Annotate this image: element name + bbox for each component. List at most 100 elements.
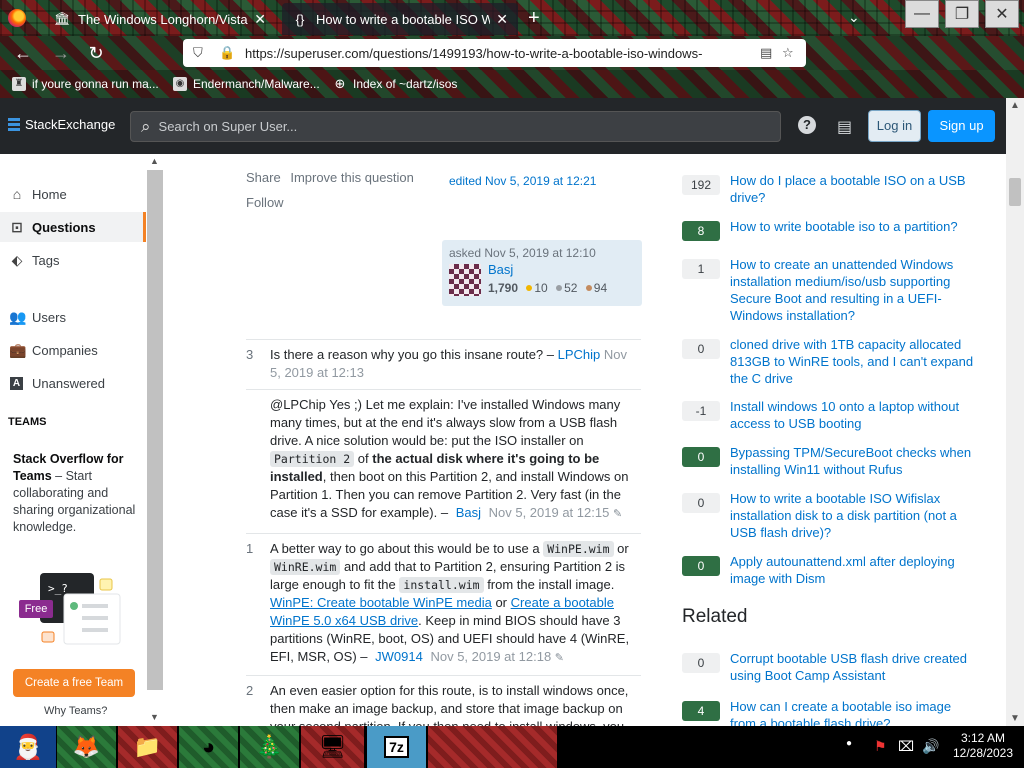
stack-exchange-menu-icon[interactable]: ▤ [837,117,852,137]
create-free-team-button[interactable]: Create a free Team [13,669,135,697]
taskbar-settings[interactable]: 🖥 [301,726,365,768]
reload-icon[interactable]: ↻ [85,43,107,64]
bookmark-star-icon[interactable]: ☆ [782,45,806,61]
question-link[interactable]: How do I place a bootable ISO on a USB d… [730,172,975,206]
comment-date[interactable]: Nov 5, 2019 at 12:15 [489,505,610,520]
security-flag-icon[interactable]: ⚑ [874,738,887,755]
restore-button[interactable]: ❐ [945,0,979,28]
sidebar-item-home[interactable]: ⌂ Home [0,179,146,209]
question-link[interactable]: Corrupt bootable USB flash drive created… [730,650,975,684]
volume-icon[interactable]: 🔊 [922,738,939,755]
clock[interactable]: 3:12 AM 12/28/2023 [948,731,1018,761]
comment-user-link[interactable]: LPChip [558,347,601,362]
page-scrollbar[interactable]: ▲ ▼ [1006,98,1024,726]
reader-view-icon[interactable]: ▤ [760,45,782,61]
comment: 2 An even easier option for this route, … [246,675,641,726]
sidebar-item-companies[interactable]: 💼 Companies [0,335,146,365]
question-link[interactable]: Bypassing TPM/SecureBoot checks when ins… [730,444,975,478]
comment: 1 A better way to go about this would be… [246,533,641,673]
close-window-button[interactable]: ✕ [985,0,1019,28]
sidebar-scroll-up-icon[interactable]: ▲ [150,156,159,166]
scroll-down-icon[interactable]: ▼ [1010,713,1020,724]
login-button[interactable]: Log in [868,110,921,142]
taskbar-tree[interactable]: 🎄 [240,726,300,768]
firefox-icon[interactable] [8,9,26,27]
reputation-score: 1,790 [488,281,519,295]
tab-superuser[interactable]: {} How to write a bootable ISO Wind ✕ [282,3,518,35]
scrollbar-thumb[interactable] [1009,178,1021,206]
signup-button[interactable]: Sign up [928,110,995,142]
sidebar-item-users[interactable]: 👥 Users [0,302,146,332]
search-icon: ⌕ [141,116,151,136]
new-tab-plus-icon[interactable]: + [528,7,540,30]
columns-icon: 🏛 [54,11,71,26]
search-placeholder: Search on Super User... [158,119,298,134]
shield-icon[interactable]: ⛉ [193,45,207,61]
taskbar-blank[interactable] [428,726,558,768]
user-name-link[interactable]: Basj [488,262,513,277]
globe-icon: ⊕ [334,76,346,91]
bookmark-item[interactable]: ◉ Endermanch/Malware... [173,77,320,91]
comment-score: 1 [246,541,254,556]
why-teams-link[interactable]: Why Teams? [44,705,107,717]
comment-body: Is there a reason why you go this insane… [270,346,638,382]
taskbar-7zip[interactable]: 7z [367,726,427,768]
question-link[interactable]: cloned drive with 1TB capacity allocated… [730,336,975,387]
taskbar-explorer[interactable]: 📁 [118,726,178,768]
sidebar-item-label: Questions [32,219,96,235]
sidebar-item-questions[interactable]: ⊡ Questions [0,212,146,242]
follow-link[interactable]: Follow [246,195,284,210]
lock-icon[interactable]: 🔒 [219,45,235,61]
sidebar-scrollbar-thumb[interactable] [147,170,163,690]
stackexchange-logo[interactable]: Stack Exchange [8,117,115,132]
question-link[interactable]: How to write bootable iso to a partition… [730,218,975,235]
related-heading: Related [682,606,748,627]
minimize-button[interactable]: — [905,0,939,28]
free-badge: Free [19,600,53,618]
improve-question-link[interactable]: Improve this question [290,170,414,185]
record-dot-icon[interactable]: ● [846,738,852,749]
edited-pencil-icon: ✎ [612,508,623,520]
bookmark-item[interactable]: ♜ if youre gonna run ma... [12,77,159,91]
question-link[interactable]: Apply autounattend.xml after deploying i… [730,553,975,587]
scroll-up-icon[interactable]: ▲ [1010,100,1020,111]
url-text[interactable]: https://superuser.com/questions/1499193/… [245,46,760,61]
comment-user-link[interactable]: Basj [456,505,481,520]
asked-user-card: asked Nov 5, 2019 at 12:10 Basj 1,790 10… [442,240,642,306]
network-icon[interactable]: ⌧ [898,738,914,755]
home-icon: ⌂ [12,186,22,202]
comment-user-link[interactable]: JW0914 [375,649,423,664]
question-link[interactable]: Install windows 10 onto a laptop without… [730,398,975,432]
winpe-link[interactable]: WinPE: Create bootable WinPE media [270,595,492,610]
sidebar-item-unanswered[interactable]: A Unanswered [0,368,146,398]
tab-list-chevron-icon[interactable]: ⌄ [848,9,860,26]
favicon-icon: ♜ [12,77,26,91]
taskbar-chrome[interactable]: ◕ [179,726,239,768]
comment-date[interactable]: Nov 5, 2019 at 12:18 [430,649,551,664]
sidebar-scroll-down-icon[interactable]: ▼ [150,712,159,722]
comment-text: of [357,451,369,466]
question-link[interactable]: How to create an unattended Windows inst… [730,256,975,324]
edited-link[interactable]: edited Nov 5, 2019 at 12:21 [449,174,596,188]
share-link[interactable]: Share [246,170,281,185]
sidebar-item-tags[interactable]: ⬖ Tags [0,245,146,275]
back-arrow-icon[interactable]: ← [12,43,34,64]
tab-longhorn[interactable]: 🏛 The Windows Longhorn/Vista Arc ✕ [44,3,276,35]
start-button[interactable]: 🎅 [0,726,56,768]
silver-count: 52 [564,281,578,295]
comment-score: 2 [246,683,254,698]
avatar[interactable] [449,264,481,296]
christmas-tree-icon: 🎄 [255,734,284,759]
site-search-input[interactable]: ⌕ Search on Super User... [130,111,781,142]
question-link[interactable]: How to write a bootable ISO Wifislax ins… [730,490,975,541]
address-bar[interactable]: ⛉ 🔒 https://superuser.com/questions/1499… [183,39,806,67]
question-link[interactable]: How can I create a bootable iso image fr… [730,698,975,726]
help-icon[interactable]: ? [798,116,816,134]
close-tab-icon[interactable]: ✕ [496,11,508,28]
svg-text:>_?: >_? [48,582,68,595]
bookmark-item[interactable]: ⊕ Index of ~dartz/isos [333,76,458,92]
asked-timestamp: asked Nov 5, 2019 at 12:10 [449,246,596,260]
forward-arrow-icon[interactable]: → [50,43,72,64]
close-tab-icon[interactable]: ✕ [254,11,266,28]
taskbar-firefox[interactable]: 🦊 [57,726,117,768]
